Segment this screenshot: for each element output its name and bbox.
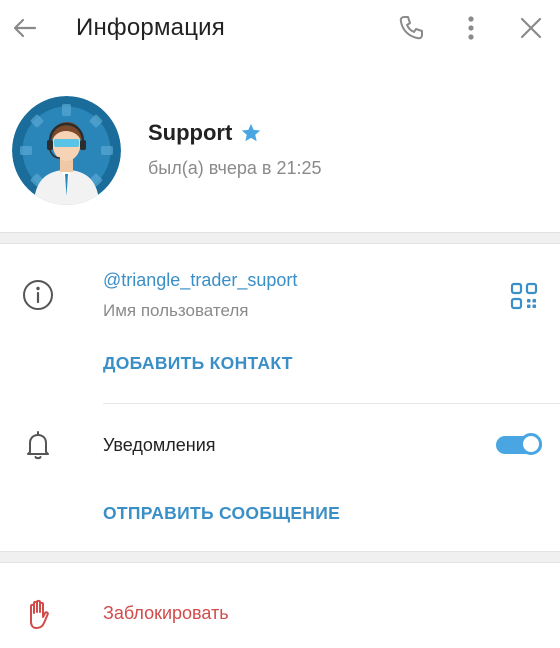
section-separator	[0, 232, 560, 244]
add-contact-button[interactable]: ДОБАВИТЬ КОНТАКТ	[103, 353, 293, 374]
phone-icon[interactable]	[396, 13, 426, 43]
avatar[interactable]	[12, 96, 121, 205]
header-bar: Информация	[0, 0, 560, 58]
divider	[103, 403, 560, 404]
qr-code-icon[interactable]	[508, 280, 540, 312]
profile-section: Support был(а) вчера в 21:25	[0, 58, 560, 233]
toggle-knob	[520, 433, 542, 455]
profile-name-row: Support	[148, 120, 262, 146]
more-vertical-icon[interactable]	[456, 13, 486, 43]
star-icon	[242, 123, 261, 142]
block-user-button[interactable]: Заблокировать	[103, 603, 229, 624]
bell-icon	[27, 431, 49, 460]
send-message-button[interactable]: ОТПРАВИТЬ СООБЩЕНИЕ	[103, 503, 340, 524]
last-seen-status: был(а) вчера в 21:25	[148, 158, 322, 178]
profile-name: Support	[148, 120, 233, 145]
arrow-left-icon[interactable]	[10, 13, 40, 43]
notifications-toggle[interactable]	[496, 432, 542, 458]
notifications-label: Уведомления	[103, 435, 216, 455]
hand-stop-icon	[30, 599, 49, 629]
username-caption: Имя пользователя	[103, 301, 249, 320]
username-link[interactable]: @triangle_trader_suport	[103, 270, 297, 291]
info-icon	[23, 280, 53, 310]
support-agent-avatar-icon	[12, 96, 121, 205]
section-separator	[0, 551, 560, 563]
close-icon[interactable]	[516, 13, 546, 43]
page-title: Информация	[76, 14, 225, 41]
